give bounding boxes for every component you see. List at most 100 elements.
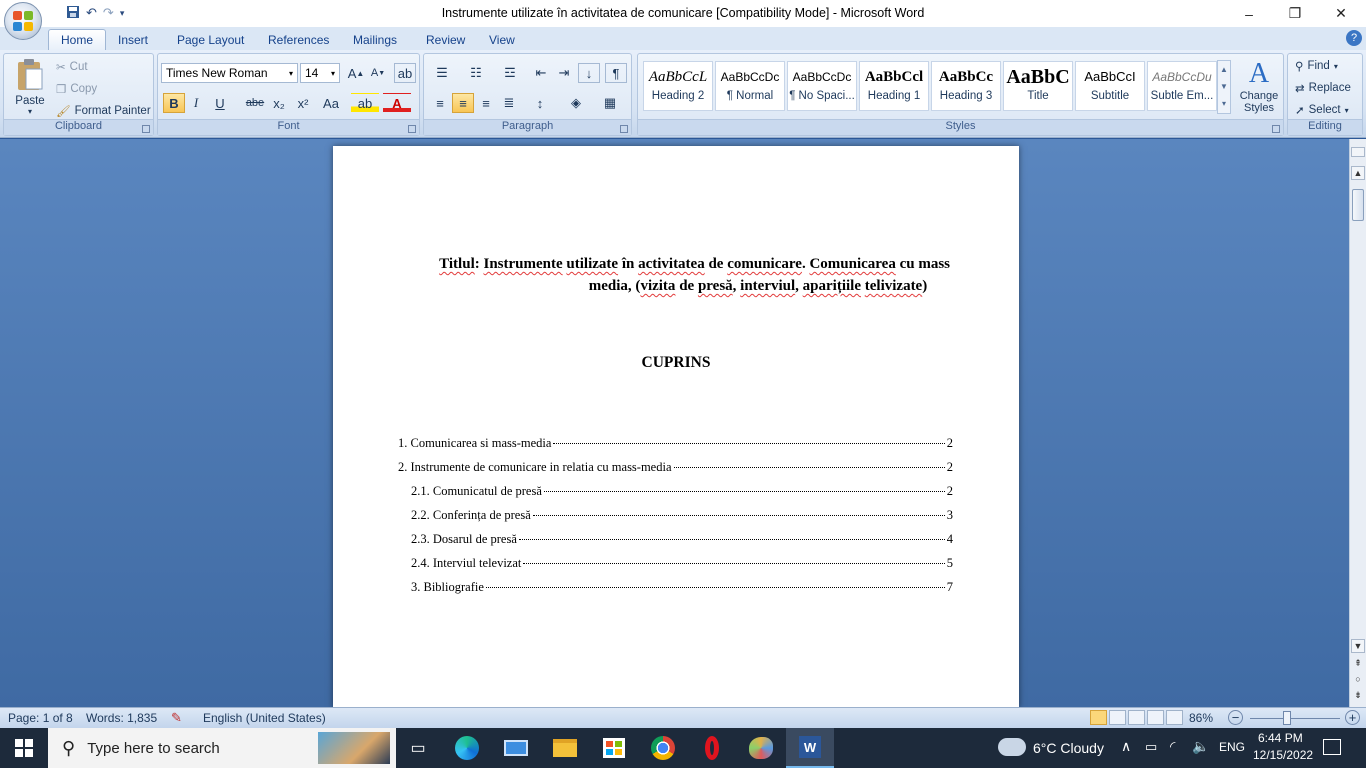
find-button[interactable]: ⚲ Find ▾ [1295, 59, 1338, 73]
style-heading-1[interactable]: AaBbCcl Heading 1 [859, 61, 929, 111]
edge-icon[interactable] [443, 728, 491, 768]
toc-entry[interactable]: 2.3. Dosarul de presă 4 [411, 532, 953, 547]
underline-button[interactable]: U [209, 93, 231, 113]
zoom-in-icon[interactable]: + [1345, 710, 1360, 725]
taskbar-search-box[interactable]: ⚲ Type here to search [48, 728, 396, 768]
draft-view-icon[interactable] [1166, 710, 1183, 725]
style-subtitle[interactable]: AaBbCcI Subtitle [1075, 61, 1145, 111]
superscript-button[interactable]: x² [292, 93, 314, 113]
web-layout-icon[interactable] [1128, 710, 1145, 725]
previous-page-icon[interactable]: ⇞ [1351, 656, 1365, 670]
word-taskbar-icon[interactable]: W [786, 728, 834, 768]
italic-button[interactable]: I [185, 93, 207, 113]
highlight-icon[interactable]: ab [351, 93, 379, 113]
pilcrow-icon[interactable]: ¶ [605, 63, 627, 83]
zoom-slider-track[interactable] [1250, 718, 1340, 719]
volume-icon[interactable]: 🔈 [1192, 738, 1209, 755]
task-view-icon[interactable]: ▭ [394, 728, 442, 768]
bold-button[interactable]: B [163, 93, 185, 113]
tab-page-layout[interactable]: Page Layout [165, 29, 256, 50]
toc-entry[interactable]: 2.2. Conferința de presă 3 [411, 508, 953, 523]
style-title[interactable]: AaBbC Title [1003, 61, 1073, 111]
remote-desktop-icon[interactable] [492, 728, 540, 768]
multilevel-list-icon[interactable]: ☲ [495, 63, 525, 83]
customize-qat-icon[interactable]: ▾ [120, 8, 125, 19]
tab-references[interactable]: References [256, 29, 341, 50]
scroll-thumb[interactable] [1352, 189, 1364, 221]
numbering-icon[interactable]: ☷ [461, 63, 491, 83]
tab-home[interactable]: Home [48, 29, 107, 50]
align-center-icon[interactable]: ≡ [452, 93, 474, 113]
toc-entry[interactable]: 1. Comunicarea si mass-media 2 [398, 436, 953, 451]
clipboard-launcher-icon[interactable] [142, 125, 150, 133]
change-case-button[interactable]: Aa [318, 93, 344, 113]
borders-icon[interactable]: ▦ [595, 93, 625, 113]
file-explorer-icon[interactable] [541, 728, 589, 768]
notifications-icon[interactable] [1323, 739, 1341, 755]
change-styles-button[interactable]: A Change Styles [1236, 58, 1282, 114]
language-status[interactable]: English (United States) [203, 711, 326, 725]
shrink-font-icon[interactable]: A ▼ [367, 63, 389, 83]
tab-mailings[interactable]: Mailings [341, 29, 409, 50]
close-button[interactable]: ✕ [1318, 0, 1364, 27]
print-layout-view-icon[interactable] [1090, 710, 1107, 725]
clear-formatting-icon[interactable]: ab [394, 63, 416, 83]
decrease-indent-icon[interactable]: ⇤ [530, 63, 552, 83]
style-no-spaci[interactable]: AaBbCcDc ¶ No Spaci... [787, 61, 857, 111]
page-count-status[interactable]: Page: 1 of 8 [8, 711, 73, 725]
scroll-up-icon[interactable]: ▲ [1351, 166, 1365, 180]
paragraph-launcher-icon[interactable] [620, 125, 628, 133]
outline-view-icon[interactable] [1147, 710, 1164, 725]
cloud-icon[interactable] [998, 738, 1026, 756]
font-size-combo[interactable]: 14 ▾ [300, 63, 340, 83]
font-launcher-icon[interactable] [408, 125, 416, 133]
help-icon[interactable]: ? [1346, 30, 1362, 46]
undo-icon[interactable]: ↶ [86, 5, 97, 21]
zoom-level[interactable]: 86% [1189, 711, 1213, 725]
redo-icon[interactable]: ↷ [103, 5, 114, 21]
chrome-icon[interactable] [639, 728, 687, 768]
font-name-combo[interactable]: Times New Roman ▾ [161, 63, 298, 83]
full-screen-reading-icon[interactable] [1109, 710, 1126, 725]
tab-review[interactable]: Review [414, 29, 477, 50]
word-count-status[interactable]: Words: 1,835 [86, 711, 157, 725]
show-hidden-icons[interactable]: ∧ [1121, 738, 1131, 755]
scroll-down-icon[interactable]: ▼ [1351, 639, 1365, 653]
clock-time[interactable]: 6:44 PM [1258, 731, 1303, 745]
justify-icon[interactable]: ≣ [498, 93, 520, 113]
tab-insert[interactable]: Insert [106, 29, 160, 50]
bullets-icon[interactable]: ☰ [427, 63, 457, 83]
proofing-icon[interactable]: ✎ [171, 710, 182, 726]
windows-start-icon[interactable] [0, 728, 48, 768]
toc-entry[interactable]: 3. Bibliografie 7 [411, 580, 953, 595]
style-subtle-em[interactable]: AaBbCcDu Subtle Em... [1147, 61, 1217, 111]
input-language[interactable]: ENG [1219, 740, 1245, 754]
zoom-out-icon[interactable]: − [1228, 710, 1243, 725]
align-right-icon[interactable]: ≡ [475, 93, 497, 113]
wifi-icon[interactable]: ◜ [1170, 738, 1175, 755]
minimize-button[interactable]: – [1226, 0, 1272, 27]
toc-entry[interactable]: 2. Instrumente de comunicare in relatia … [398, 460, 953, 475]
clock-date[interactable]: 12/15/2022 [1253, 748, 1313, 762]
style-heading-2[interactable]: AaBbCcL Heading 2 [643, 61, 713, 111]
increase-indent-icon[interactable]: ⇥ [553, 63, 575, 83]
gallery-scroll[interactable]: ▲ ▼ ▾ [1217, 60, 1231, 114]
format-painter-button[interactable]: 🖌 Format Painter [56, 104, 151, 118]
next-page-icon[interactable]: ⇟ [1351, 688, 1365, 702]
cut-button[interactable]: ✂ Cut [56, 60, 88, 74]
line-spacing-icon[interactable]: ↕ [526, 93, 554, 113]
style-heading-3[interactable]: AaBbCc Heading 3 [931, 61, 1001, 111]
grow-font-icon[interactable]: A ▲ [345, 63, 367, 83]
document-page[interactable]: Titlul: Instrumente utilizate în activit… [333, 146, 1019, 708]
toc-entry[interactable]: 2.4. Interviul televizat 5 [411, 556, 953, 571]
vertical-scrollbar[interactable]: ▲ ▼ ⇞ ○ ⇟ [1349, 139, 1366, 707]
styles-launcher-icon[interactable] [1272, 125, 1280, 133]
sort-icon[interactable]: ↓ [578, 63, 600, 83]
strikethrough-button[interactable]: abe [244, 93, 266, 113]
paste-button[interactable]: Paste ▾ [10, 58, 50, 118]
font-color-icon[interactable]: A [383, 93, 411, 113]
tab-view[interactable]: View [477, 29, 527, 50]
paint-icon[interactable] [737, 728, 785, 768]
office-button[interactable] [4, 2, 42, 40]
copy-button[interactable]: ❐ Copy [56, 82, 97, 96]
